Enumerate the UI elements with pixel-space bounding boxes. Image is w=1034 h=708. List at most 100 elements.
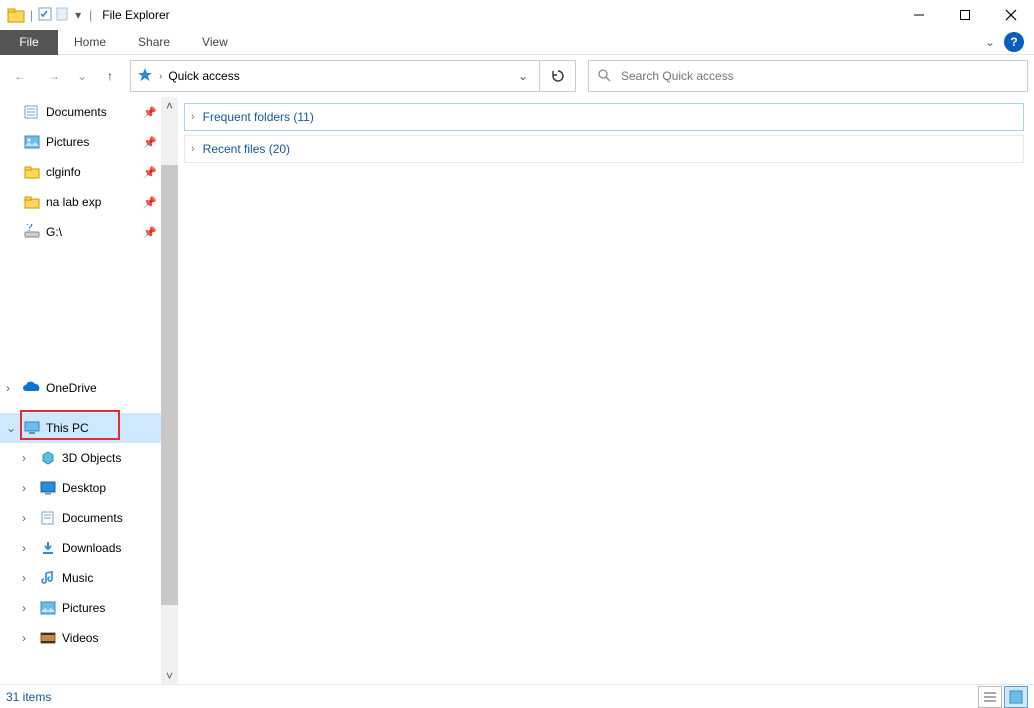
sidebar-item-desktop[interactable]: › Desktop <box>0 473 161 503</box>
separator: | <box>89 8 92 22</box>
search-box[interactable] <box>588 60 1028 92</box>
folder-icon <box>22 192 42 212</box>
chevron-right-icon[interactable]: › <box>191 111 195 123</box>
videos-icon <box>38 628 58 648</box>
tab-view[interactable]: View <box>186 30 244 55</box>
chevron-right-icon[interactable]: › <box>22 511 36 525</box>
quick-access-icon <box>137 67 153 86</box>
navigation-bar: ← → ⌄ ↑ › Quick access ⌄ <box>0 55 1034 97</box>
address-bar[interactable]: › Quick access ⌄ <box>130 60 540 92</box>
documents-icon <box>38 508 58 528</box>
section-recent-files[interactable]: › Recent files (20) <box>184 135 1024 163</box>
3d-objects-icon <box>38 448 58 468</box>
pin-icon: 📌 <box>143 196 161 209</box>
view-large-icons-button[interactable] <box>1004 686 1028 708</box>
separator: | <box>30 8 33 22</box>
sidebar-item-clginfo[interactable]: clginfo 📌 <box>0 157 161 187</box>
chevron-right-icon[interactable]: › <box>22 631 36 645</box>
tab-share[interactable]: Share <box>122 30 186 55</box>
music-icon <box>38 568 58 588</box>
properties-icon[interactable] <box>37 6 53 25</box>
sidebar-item-3d-objects[interactable]: › 3D Objects <box>0 443 161 473</box>
close-button[interactable] <box>988 0 1034 30</box>
sidebar-item-label: 3D Objects <box>62 451 161 465</box>
section-label: Recent files (20) <box>203 142 290 156</box>
pin-icon: 📌 <box>143 106 161 119</box>
search-icon <box>597 68 611 85</box>
qat-dropdown-icon[interactable]: ▾ <box>71 8 85 22</box>
chevron-right-icon[interactable]: › <box>22 601 36 615</box>
sidebar-item-pictures[interactable]: Pictures 📌 <box>0 127 161 157</box>
sidebar-item-label: clginfo <box>46 165 143 179</box>
sidebar-item-label: Pictures <box>62 601 161 615</box>
sidebar-item-label: Downloads <box>62 541 161 555</box>
scroll-up-icon[interactable]: ˄ <box>161 97 178 114</box>
svg-text:?: ? <box>26 224 33 234</box>
quick-access-toolbar: ▾ <box>37 6 85 25</box>
content-area: › Frequent folders (11) › Recent files (… <box>178 97 1034 684</box>
status-item-count: 31 items <box>6 690 51 704</box>
desktop-icon <box>38 478 58 498</box>
sidebar-item-onedrive[interactable]: › OneDrive <box>0 373 161 403</box>
sidebar-item-label: na lab exp <box>46 195 143 209</box>
chevron-right-icon[interactable]: › <box>22 571 36 585</box>
sidebar-item-label: Pictures <box>46 135 143 149</box>
sidebar-item-label: G:\ <box>46 225 143 239</box>
status-bar: 31 items <box>0 684 1034 708</box>
sidebar-item-documents-pc[interactable]: › Documents <box>0 503 161 533</box>
pin-icon: 📌 <box>143 226 161 239</box>
scrollbar-thumb[interactable] <box>161 165 178 605</box>
documents-icon <box>22 102 42 122</box>
navigation-pane: Documents 📌 Pictures 📌 clginfo 📌 na lab … <box>0 97 178 684</box>
refresh-button[interactable] <box>540 60 576 92</box>
ribbon-tabs: File Home Share View ⌄ ? <box>0 30 1034 55</box>
address-dropdown-icon[interactable]: ⌄ <box>513 69 533 83</box>
minimize-button[interactable] <box>896 0 942 30</box>
maximize-button[interactable] <box>942 0 988 30</box>
forward-button[interactable]: → <box>40 62 68 90</box>
view-details-button[interactable] <box>978 686 1002 708</box>
tab-home[interactable]: Home <box>58 30 122 55</box>
title-bar: | ▾ | File Explorer <box>0 0 1034 30</box>
sidebar-item-music[interactable]: › Music <box>0 563 161 593</box>
onedrive-icon <box>22 378 42 398</box>
chevron-right-icon[interactable]: › <box>159 71 162 82</box>
sidebar-item-g-drive[interactable]: ? G:\ 📌 <box>0 217 161 247</box>
sidebar-item-documents[interactable]: Documents 📌 <box>0 97 161 127</box>
app-icon <box>6 5 26 25</box>
sidebar-item-label: Music <box>62 571 161 585</box>
search-input[interactable] <box>621 69 1019 83</box>
pictures-icon <box>38 598 58 618</box>
expand-ribbon-icon[interactable]: ⌄ <box>980 35 1000 49</box>
scroll-down-icon[interactable]: ˅ <box>161 667 178 684</box>
file-tab[interactable]: File <box>0 30 58 55</box>
chevron-down-icon[interactable]: ⌄ <box>6 421 20 435</box>
sidebar-item-videos[interactable]: › Videos <box>0 623 161 653</box>
sidebar-item-label: Desktop <box>62 481 161 495</box>
this-pc-icon <box>22 418 42 438</box>
sidebar-item-downloads[interactable]: › Downloads <box>0 533 161 563</box>
section-label: Frequent folders (11) <box>203 110 314 124</box>
sidebar-item-label: Documents <box>46 105 143 119</box>
pin-icon: 📌 <box>143 136 161 149</box>
recent-locations-button[interactable]: ⌄ <box>74 62 90 90</box>
up-button[interactable]: ↑ <box>96 62 124 90</box>
sidebar-item-this-pc[interactable]: ⌄ This PC <box>0 413 161 443</box>
section-frequent-folders[interactable]: › Frequent folders (11) <box>184 103 1024 131</box>
chevron-right-icon[interactable]: › <box>6 381 20 395</box>
chevron-right-icon[interactable]: › <box>22 541 36 555</box>
breadcrumb[interactable]: Quick access <box>168 69 513 83</box>
chevron-right-icon[interactable]: › <box>191 143 195 155</box>
sidebar-item-pictures-pc[interactable]: › Pictures <box>0 593 161 623</box>
sidebar-item-na-lab-exp[interactable]: na lab exp 📌 <box>0 187 161 217</box>
pictures-icon <box>22 132 42 152</box>
help-icon[interactable]: ? <box>1004 32 1024 52</box>
drive-icon: ? <box>22 222 42 242</box>
back-button[interactable]: ← <box>6 62 34 90</box>
downloads-icon <box>38 538 58 558</box>
sidebar-item-label: This PC <box>46 421 161 435</box>
new-folder-icon[interactable] <box>55 6 69 25</box>
sidebar-item-label: Videos <box>62 631 161 645</box>
chevron-right-icon[interactable]: › <box>22 481 36 495</box>
chevron-right-icon[interactable]: › <box>22 451 36 465</box>
